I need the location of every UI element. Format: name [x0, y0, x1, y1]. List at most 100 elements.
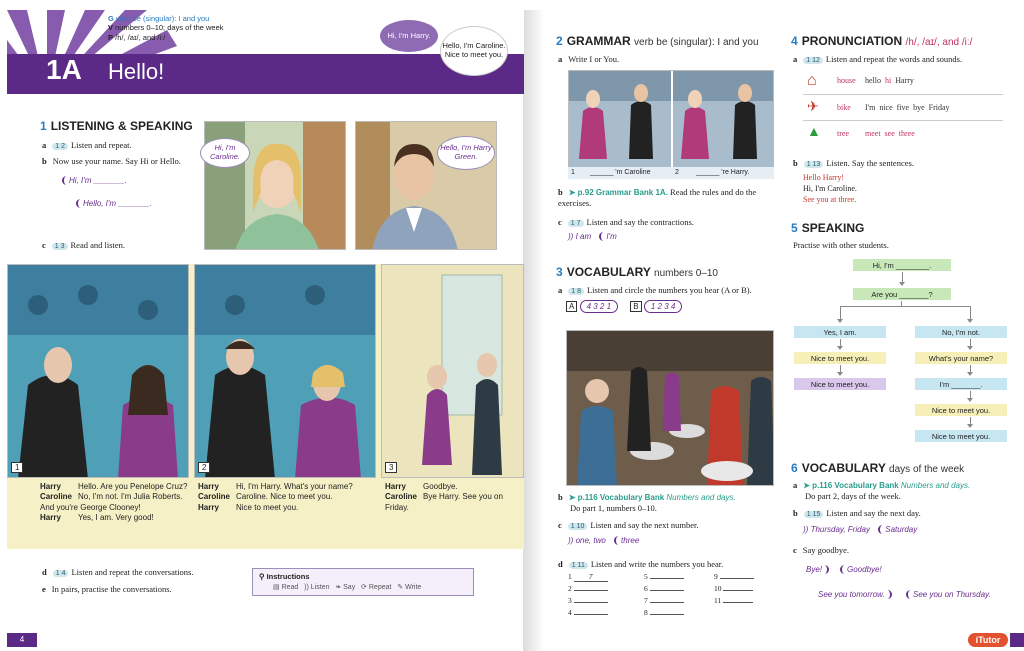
- listen-icon: )): [304, 584, 309, 591]
- s1-a-text: Listen and repeat.: [70, 140, 132, 150]
- s1-title: LISTENING & SPEAKING: [50, 119, 193, 133]
- s6-c-ex4: See you on Thursday.: [906, 590, 991, 599]
- s1-heading: 1 LISTENING & SPEAKING: [40, 119, 193, 133]
- s1-d: d1 4 Listen and repeat the conversations.: [42, 567, 194, 577]
- flow-ntmy-4: Nice to meet you.: [914, 429, 1008, 443]
- panel-number-2: 2: [198, 462, 211, 473]
- say-icon: ❧: [335, 584, 342, 591]
- flow-hi: Hi, I'm ________.: [852, 258, 952, 272]
- pron-objective: /h/, /aɪ/, and /iː/: [115, 32, 166, 42]
- repeat-legend: Repeat: [368, 584, 392, 591]
- answer-blank[interactable]: [719, 578, 754, 579]
- house-icon: ⌂: [807, 71, 817, 89]
- listen-icon: )): [803, 525, 809, 534]
- answer-blank[interactable]: [573, 590, 608, 591]
- audio-icon[interactable]: 1 7: [567, 220, 584, 227]
- s1-number: 1: [40, 119, 47, 133]
- comic-panel-1: [7, 264, 189, 478]
- answer-blank[interactable]: [649, 578, 684, 579]
- answer-blank[interactable]: [649, 602, 684, 603]
- answer-row: 11: [714, 596, 754, 605]
- dialogue-line: Harry Hi, I'm Harry. What's your name?: [198, 482, 353, 491]
- s6-c-ex3: See you tomorrow.: [818, 590, 892, 599]
- answer-blank[interactable]: [723, 590, 754, 591]
- dialogue-line: Harry Yes, I am. Very good!: [40, 513, 154, 523]
- s2-c: c1 7 Listen and say the contractions.: [558, 217, 694, 227]
- s1-a-label: a: [42, 140, 47, 150]
- audio-icon[interactable]: 1 4: [52, 570, 69, 577]
- answer-blank[interactable]: [573, 614, 608, 615]
- audio-icon[interactable]: 1 15: [803, 511, 824, 518]
- audio-icon[interactable]: 1 10: [567, 523, 588, 530]
- panel1-image: [8, 265, 188, 477]
- s6-c-ex1: Bye!: [806, 565, 830, 574]
- s3-d: d1 11 Listen and write the numbers you he…: [558, 559, 724, 569]
- answer-blank[interactable]: [649, 590, 684, 591]
- audio-icon[interactable]: 1 8: [568, 288, 584, 295]
- flow-ntmy-1: Nice to meet you.: [793, 351, 887, 365]
- header-bubble-harry: Hi, I'm Harry.: [380, 20, 438, 52]
- s3-photo: [566, 330, 774, 486]
- vocab-bank-link-2[interactable]: ➤ p.116 Vocabulary Bank: [803, 481, 898, 490]
- instructions-title: Instructions: [266, 572, 310, 581]
- instructions-box: ⚲ Instructions ▤ Read )) Listen ❧ Say ⟳ …: [252, 568, 474, 596]
- vocab-photo-image: [567, 331, 773, 485]
- answer-blank[interactable]: [649, 614, 684, 615]
- s3-options: A 4 3 2 1 B 1 2 3 4: [566, 300, 683, 313]
- flow-yes: Yes, I am.: [793, 325, 887, 339]
- itutor-logo: iTutor: [968, 633, 1008, 647]
- answer-row: 10: [714, 584, 754, 593]
- answer-row: 1 7: [568, 572, 608, 582]
- comic-panel-2: [194, 264, 376, 478]
- s6-b: b1 15 Listen and say the next day.: [793, 508, 921, 518]
- p-prefix: P: [108, 32, 114, 42]
- flow-branch-left: [840, 301, 902, 307]
- panel3-image: [382, 265, 523, 477]
- vocab-bank-link[interactable]: ➤ p.116 Vocabulary Bank: [569, 493, 664, 502]
- answer-row: 9: [714, 572, 754, 581]
- grammar-photo-image: [569, 71, 773, 167]
- s6-b-example: )) Thursday, Friday Saturday: [803, 525, 918, 534]
- s1-a: a 1 2 Listen and repeat.: [42, 140, 132, 150]
- photo1-bubble: Hi, I'm Caroline.: [200, 138, 250, 168]
- flow-arrow: [837, 306, 843, 323]
- s6-heading: 6 VOCABULARY days of the week: [791, 461, 965, 475]
- audio-icon[interactable]: 1 13: [803, 161, 824, 168]
- flow-arrow: [967, 365, 973, 376]
- audio-icon[interactable]: 1 11: [568, 562, 588, 569]
- cap2-number: 2: [675, 169, 679, 176]
- answer-blank[interactable]: 7: [573, 572, 608, 582]
- dialogue-line: Caroline Caroline. Nice to meet you.: [198, 492, 333, 502]
- option-a-letter: A: [566, 301, 578, 312]
- read-legend: Read: [281, 584, 299, 591]
- s2-photo: [568, 70, 774, 168]
- s6-c: c Say goodbye.: [793, 545, 850, 555]
- audio-icon[interactable]: 1 2: [52, 143, 68, 150]
- dialogue-line: Harry Goodbye.: [385, 482, 458, 491]
- panel1-dialogue: Harry Hello. Are you Penelope Cruz? Carol…: [40, 482, 190, 524]
- answer-blank[interactable]: [723, 602, 754, 603]
- audio-icon[interactable]: 1 3: [51, 243, 68, 250]
- s2-c-example: )) I am I'm: [568, 232, 617, 241]
- s1-b-bubble1: Hi, I'm _______.: [62, 176, 127, 185]
- grammar-bank-link[interactable]: ➤ p.92 Grammar Bank 1A.: [569, 188, 668, 197]
- flow-arrow: [837, 339, 843, 350]
- photo2-bubble: Hello, I'm Harry Green.: [437, 136, 495, 170]
- panel-number-1: 1: [11, 462, 24, 473]
- s6-c-ex2: Goodbye!: [840, 565, 882, 574]
- listen-legend: Listen: [310, 584, 330, 591]
- dialogue-line: Caroline No, I'm not. I'm Julia Roberts. …: [40, 492, 183, 512]
- vocab-objective: numbers 0–10; days of the week: [115, 23, 224, 33]
- objectives: G verb be (singular): I and you V number…: [108, 14, 224, 42]
- dialogue-line: Harry Hello. Are you Penelope Cruz?: [40, 482, 188, 491]
- flow-ntmy-3: Nice to meet you.: [914, 403, 1008, 417]
- audio-icon[interactable]: 1 12: [803, 57, 823, 64]
- book-icon: ▤: [273, 584, 280, 591]
- s3-b: b ➤ p.116 Vocabulary Bank Numbers and day…: [558, 492, 736, 513]
- answer-blank[interactable]: [573, 602, 608, 603]
- magnifier-icon: ⚲: [259, 572, 265, 581]
- flow-are-you: Are you _______?: [852, 287, 952, 301]
- option-b-letter: B: [630, 301, 642, 312]
- s3-c-example: )) one, two three: [568, 536, 640, 545]
- s3-answer-grid: 1 7 2 3 4 5 6 7 8 9 10 11: [568, 572, 768, 622]
